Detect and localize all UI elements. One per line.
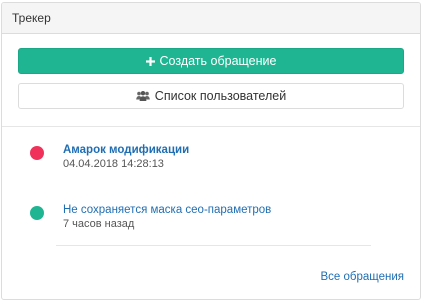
all-tickets-link[interactable]: Все обращения [320, 271, 404, 283]
users-list-label: Список пользователей [154, 89, 287, 103]
create-ticket-button[interactable]: Создать обращение [18, 48, 404, 74]
list-divider [56, 245, 371, 246]
panel-header: Трекер [2, 3, 420, 34]
status-dot-unread [30, 146, 44, 160]
create-ticket-label: Создать обращение [159, 54, 277, 68]
ticket-text: Не сохраняется маска сео-параметров 7 ча… [63, 203, 271, 231]
panel-actions: Создать обращение Список пользователей [2, 34, 420, 109]
users-list-button[interactable]: Список пользователей [18, 83, 404, 109]
tracker-panel: Трекер Создать обращение Список пользова… [1, 2, 421, 300]
ticket-timestamp: 04.04.2018 14:28:13 [63, 158, 164, 170]
ticket-item[interactable]: Не сохраняется маска сео-параметров 7 ча… [30, 203, 271, 231]
ticket-timestamp: 7 часов назад [63, 218, 135, 230]
ticket-title-link[interactable]: Не сохраняется маска сео-параметров [63, 203, 271, 217]
plus-icon [145, 56, 155, 66]
section-divider [2, 126, 420, 127]
status-dot-read [30, 206, 44, 220]
users-icon [135, 91, 150, 101]
ticket-item[interactable]: Амарок модификации 04.04.2018 14:28:13 [30, 143, 189, 171]
panel-title: Трекер [12, 11, 51, 25]
ticket-title-link[interactable]: Амарок модификации [63, 143, 189, 157]
ticket-text: Амарок модификации 04.04.2018 14:28:13 [63, 143, 189, 171]
